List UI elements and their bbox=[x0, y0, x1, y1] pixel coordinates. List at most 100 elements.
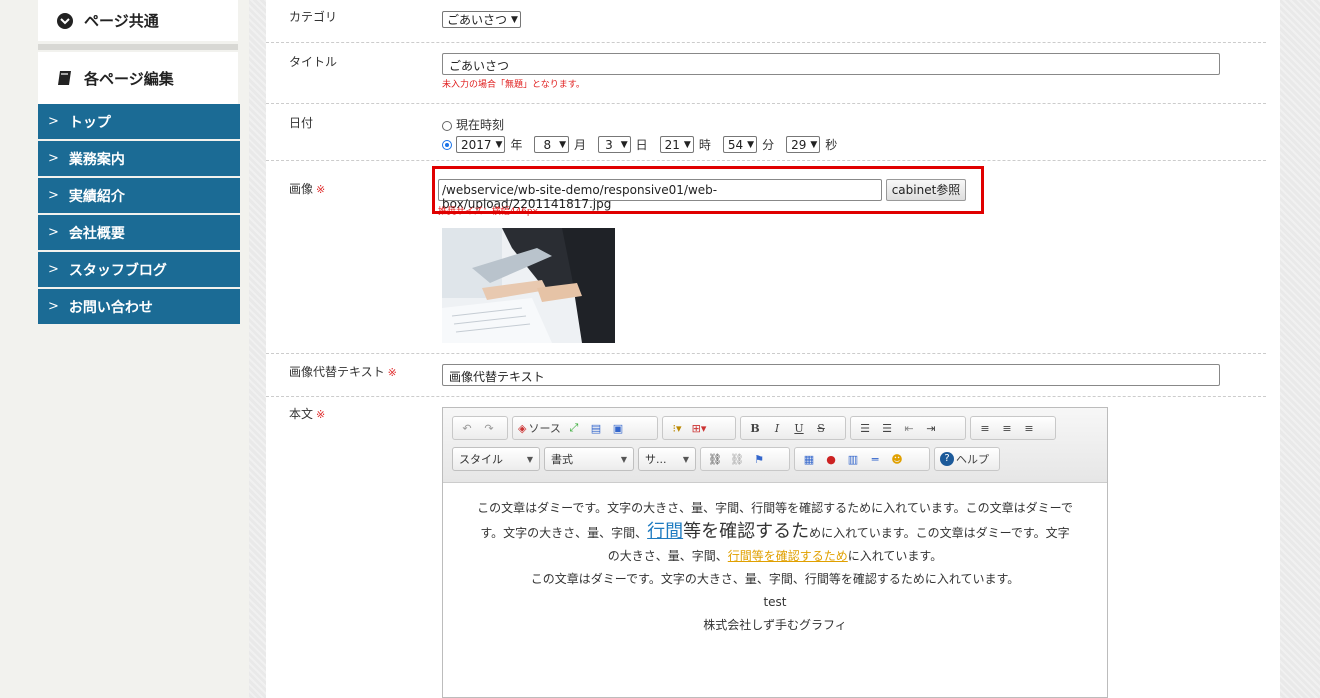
list-indent-group: ☰ ☰ ⇤ ⇥ bbox=[850, 416, 966, 440]
list-style-icon[interactable]: ⁝▾ bbox=[668, 419, 686, 437]
chevron-down-icon: ▼ bbox=[526, 454, 533, 464]
title-input[interactable]: ごあいさつ bbox=[442, 53, 1220, 75]
table-grid-icon[interactable]: ▥ bbox=[844, 450, 862, 468]
help-button[interactable]: ? ヘルプ bbox=[940, 450, 989, 468]
date-row: 日付 現在時刻 2017 ▼ 年 8 ▼ 月 3 ▼ 日 21 ▼ 時 54 ▼ 分 29… bbox=[266, 104, 1266, 161]
horizontal-line-icon[interactable]: ═ bbox=[866, 450, 884, 468]
sidebar-item-label: トップ bbox=[68, 114, 111, 131]
now-option-label: 現在時刻 bbox=[456, 118, 505, 132]
redo-icon[interactable]: ↷ bbox=[480, 419, 498, 437]
text-run: す。文字の大きさ、量、字間、 bbox=[480, 526, 648, 540]
sidebar-item-contact[interactable]: > お問い合わせ bbox=[38, 289, 240, 324]
uploaded-image-preview bbox=[442, 228, 615, 343]
align-left-icon[interactable]: ≡ bbox=[976, 419, 994, 437]
day-unit: 日 bbox=[635, 138, 648, 152]
sidebar-item-label: 業務案内 bbox=[68, 151, 125, 168]
media-group: ▦ ● ▥ ═ ☻ bbox=[794, 447, 930, 471]
minute-value: 54 bbox=[727, 137, 744, 152]
common-pages-header[interactable]: ページ共通 bbox=[38, 0, 238, 41]
unlink-icon[interactable]: ⛓ bbox=[728, 450, 746, 468]
bulleted-list-icon[interactable]: ☰ bbox=[878, 419, 896, 437]
image-icon[interactable]: ▦ bbox=[800, 450, 818, 468]
now-option[interactable]: 現在時刻 bbox=[442, 116, 504, 133]
chevron-right-icon: > bbox=[48, 151, 59, 166]
chevron-right-icon: > bbox=[48, 188, 59, 203]
hour-unit: 時 bbox=[698, 138, 711, 152]
text-run-large: 等を確認するた bbox=[683, 521, 810, 542]
now-radio[interactable] bbox=[442, 120, 452, 131]
align-center-icon[interactable]: ≡ bbox=[998, 419, 1016, 437]
title-label: タイトル bbox=[289, 55, 338, 69]
paragraph-3: test bbox=[763, 595, 787, 609]
year-value: 2017 bbox=[461, 137, 492, 152]
text-run: めに入れています。この文章はダミーです。文字 bbox=[809, 526, 1070, 540]
link-group: ⛓ ⛓ ⚑ bbox=[700, 447, 790, 471]
paragraph-1: この文章はダミーです。文字の大きさ、量、字間、行間等を確認するために入れています… bbox=[459, 497, 1091, 568]
text-run: に入れています。 bbox=[847, 549, 943, 563]
required-mark: ※ bbox=[316, 408, 326, 421]
undo-icon[interactable]: ↶ bbox=[458, 419, 476, 437]
highlight-box bbox=[432, 166, 984, 214]
italic-icon[interactable]: I bbox=[768, 419, 786, 437]
sidebar-item-label: 会社概要 bbox=[68, 225, 125, 242]
format-combo[interactable]: 書式 ▼ bbox=[544, 447, 634, 471]
document-group: ◈ ソース ⤢ ▤ ▣ bbox=[512, 416, 658, 440]
strikethrough-icon[interactable]: S bbox=[812, 419, 830, 437]
second-select[interactable]: 29 ▼ bbox=[786, 136, 821, 153]
preview-icon[interactable]: ▣ bbox=[609, 419, 627, 437]
flash-icon[interactable]: ● bbox=[822, 450, 840, 468]
category-select[interactable]: ごあいさつ ▼ bbox=[442, 11, 521, 28]
sidebar-item-company[interactable]: > 会社概要 bbox=[38, 215, 240, 250]
year-select[interactable]: 2017 ▼ bbox=[456, 136, 506, 153]
align-group: ≡ ≡ ≡ bbox=[970, 416, 1056, 440]
link-icon[interactable]: ⛓ bbox=[706, 450, 724, 468]
help-group: ? ヘルプ bbox=[934, 447, 1000, 471]
day-select[interactable]: 3 ▼ bbox=[598, 136, 631, 153]
required-mark: ※ bbox=[387, 366, 397, 379]
specific-date-radio[interactable] bbox=[442, 139, 452, 150]
size-combo[interactable]: サ... ▼ bbox=[638, 447, 696, 471]
common-pages-title: ページ共通 bbox=[84, 12, 159, 30]
align-right-icon[interactable]: ≡ bbox=[1020, 419, 1038, 437]
style-combo[interactable]: スタイル ▼ bbox=[452, 447, 540, 471]
source-button[interactable]: ◈ ソース bbox=[518, 419, 561, 437]
chevron-down-icon: ▼ bbox=[683, 139, 691, 150]
anchor-flag-icon[interactable]: ⚑ bbox=[750, 450, 768, 468]
editor-toolbar: ↶ ↷ ◈ ソース ⤢ ▤ ▣ ⁝▾ ⊞▾ B I U S ☰ ☰ ⇤ ⇥ ≡ … bbox=[443, 408, 1107, 483]
show-blocks-icon[interactable]: ▤ bbox=[587, 419, 605, 437]
sidebar-item-works[interactable]: > 実績紹介 bbox=[38, 178, 240, 213]
minute-select[interactable]: 54 ▼ bbox=[722, 136, 758, 153]
alt-text-row: 画像代替テキスト ※ 画像代替テキスト bbox=[266, 354, 1266, 397]
maximize-icon[interactable]: ⤢ bbox=[565, 419, 583, 437]
second-value: 29 bbox=[791, 137, 807, 152]
chevron-right-icon: > bbox=[48, 225, 59, 240]
outdent-icon[interactable]: ⇤ bbox=[900, 419, 918, 437]
source-icon: ◈ bbox=[518, 421, 527, 435]
book-icon bbox=[56, 69, 74, 87]
chevron-down-icon: ▼ bbox=[511, 14, 518, 25]
smiley-icon[interactable]: ☻ bbox=[888, 450, 906, 468]
category-value: ごあいさつ bbox=[447, 13, 508, 27]
sidebar-item-services[interactable]: > 業務案内 bbox=[38, 141, 240, 176]
underline-icon[interactable]: U bbox=[790, 419, 808, 437]
sidebar-item-top[interactable]: > トップ bbox=[38, 104, 240, 139]
title-note: 未入力の場合「無題」となります。 bbox=[442, 80, 585, 90]
editor-content[interactable]: この文章はダミーです。文字の大きさ、量、字間、行間等を確認するために入れています… bbox=[443, 483, 1107, 637]
month-select[interactable]: 8 ▼ bbox=[534, 136, 570, 153]
alt-text-input[interactable]: 画像代替テキスト bbox=[442, 364, 1220, 386]
minute-unit: 分 bbox=[762, 138, 775, 152]
numbered-list-icon[interactable]: ☰ bbox=[856, 419, 874, 437]
bold-icon[interactable]: B bbox=[746, 419, 764, 437]
sidebar-item-staff-blog[interactable]: > スタッフブログ bbox=[38, 252, 240, 287]
date-selects: 2017 ▼ 年 8 ▼ 月 3 ▼ 日 21 ▼ 時 54 ▼ 分 29 ▼ 秒 bbox=[442, 136, 849, 153]
month-value: 8 bbox=[543, 137, 552, 152]
insert-group: ⁝▾ ⊞▾ bbox=[662, 416, 736, 440]
body-label-text: 本文 bbox=[289, 407, 314, 421]
rich-text-editor: ↶ ↷ ◈ ソース ⤢ ▤ ▣ ⁝▾ ⊞▾ B I U S ☰ ☰ ⇤ ⇥ ≡ … bbox=[442, 407, 1108, 698]
hour-select[interactable]: 21 ▼ bbox=[659, 136, 694, 153]
required-mark: ※ bbox=[316, 183, 326, 196]
month-unit: 月 bbox=[574, 138, 587, 152]
indent-icon[interactable]: ⇥ bbox=[922, 419, 940, 437]
chevron-right-icon: > bbox=[48, 262, 59, 277]
table-icon[interactable]: ⊞▾ bbox=[690, 419, 708, 437]
